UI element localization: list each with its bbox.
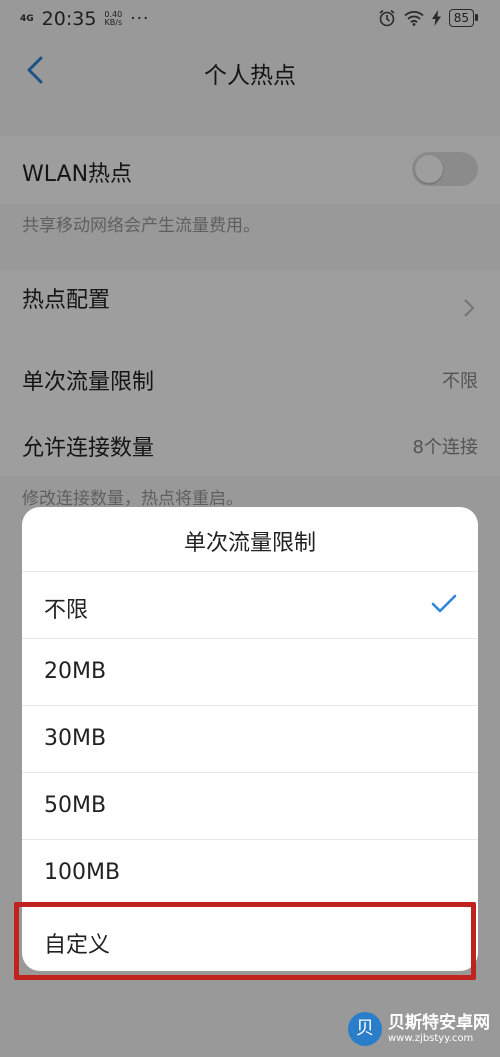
option-label: 50MB (44, 793, 107, 818)
watermark-name: 贝斯特安卓网 (388, 1012, 490, 1033)
sheet-title: 单次流量限制 (183, 531, 316, 556)
option-label: 20MB (44, 659, 107, 684)
watermark: 贝 贝斯特安卓网 www.zjbstyy.com (348, 1012, 490, 1046)
option-label: 不限 (44, 598, 89, 623)
watermark-url: www.zjbstyy.com (388, 1032, 474, 1044)
option-50mb[interactable]: 50MB (22, 772, 478, 840)
watermark-logo-icon: 贝 (348, 1012, 382, 1046)
option-label: 30MB (44, 726, 107, 751)
custom-option-highlight-box (14, 902, 476, 980)
option-label: 100MB (44, 860, 121, 885)
option-30mb[interactable]: 30MB (22, 705, 478, 773)
checkmark-icon (431, 594, 457, 613)
option-100mb[interactable]: 100MB (22, 839, 478, 907)
option-20mb[interactable]: 20MB (22, 638, 478, 706)
option-unlimited[interactable]: 不限 (22, 571, 478, 639)
